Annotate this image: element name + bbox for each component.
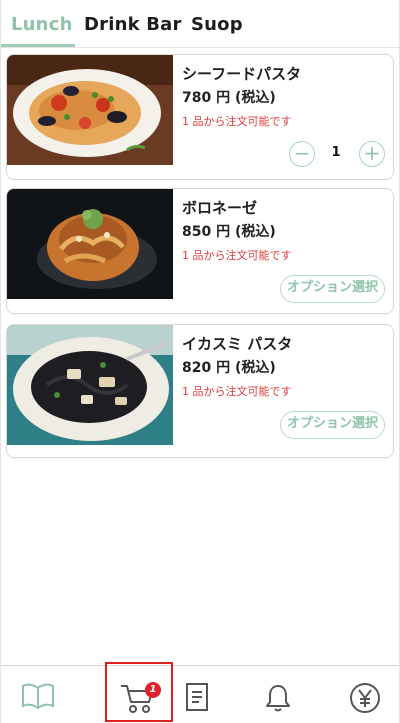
menu-item-card[interactable]: シーフードパスタ 780 円 (税込) 1 品から注文可能です − 1 + [6, 54, 394, 180]
active-tab-indicator [1, 44, 75, 47]
item-price: 820 円 (税込) [182, 360, 276, 376]
order-note: 1 品から注文可能です [182, 115, 292, 128]
seafood-pasta-photo[interactable] [7, 55, 173, 165]
quantity-stepper: − 1 + [289, 141, 385, 167]
app-root: Lunch Drink Bar Suop シーフードパスタ 780 円 (税込)… [0, 0, 400, 723]
menu-book-icon [22, 683, 54, 710]
cart-count-badge: 1 [145, 682, 161, 698]
menu-item-card[interactable]: イカスミ パスタ 820 円 (税込) 1 品から注文可能です オプション選択 [6, 324, 394, 458]
quantity-value: 1 [331, 145, 341, 160]
nav-cart[interactable]: 1 [105, 672, 165, 720]
bottom-navigation: 1 [1, 662, 399, 723]
yen-icon [350, 683, 380, 713]
category-tabs: Lunch Drink Bar Suop [1, 0, 399, 48]
tab-suop[interactable]: Suop [191, 14, 243, 35]
nav-order-history[interactable] [169, 672, 229, 720]
decrease-quantity-button[interactable]: − [289, 141, 315, 167]
item-name: イカスミ パスタ [182, 335, 293, 353]
bolognese-photo[interactable] [7, 189, 173, 299]
squid-ink-pasta-photo[interactable] [7, 325, 173, 445]
nav-menu[interactable] [7, 672, 67, 720]
order-note: 1 品から注文可能です [182, 249, 292, 262]
option-select-button[interactable]: オプション選択 [279, 275, 385, 303]
option-select-button[interactable]: オプション選択 [279, 411, 385, 439]
item-name: ボロネーゼ [182, 199, 258, 217]
nav-call-staff[interactable] [249, 672, 309, 720]
increase-quantity-button[interactable]: + [359, 141, 385, 167]
receipt-icon [186, 683, 208, 711]
tab-drink-bar[interactable]: Drink Bar [84, 14, 182, 35]
item-price: 780 円 (税込) [182, 90, 276, 106]
bell-icon [266, 685, 290, 712]
nav-checkout[interactable] [335, 672, 395, 720]
item-name: シーフードパスタ [182, 65, 302, 83]
menu-item-card[interactable]: ボロネーゼ 850 円 (税込) 1 品から注文可能です オプション選択 [6, 188, 394, 314]
item-price: 850 円 (税込) [182, 224, 276, 240]
tab-lunch[interactable]: Lunch [11, 14, 73, 35]
order-note: 1 品から注文可能です [182, 385, 292, 398]
